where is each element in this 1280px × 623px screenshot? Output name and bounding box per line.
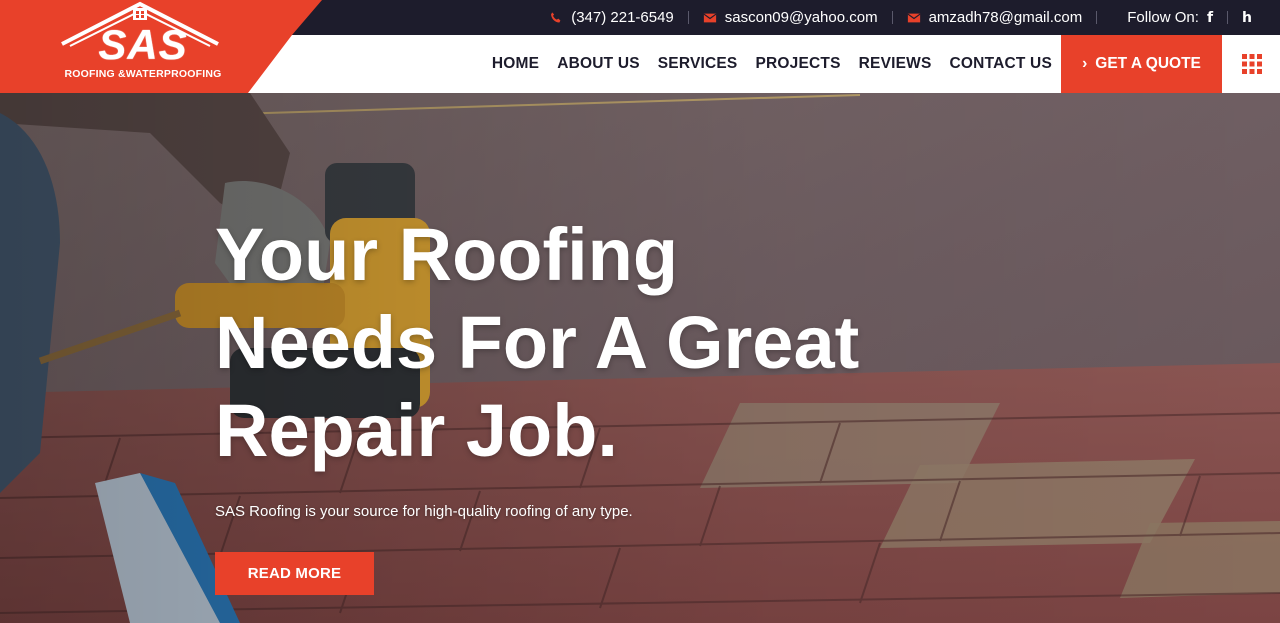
divider — [687, 11, 689, 24]
facebook-icon[interactable]: f — [1207, 10, 1213, 26]
nav-projects[interactable]: PROJECTS — [755, 55, 840, 73]
nav-about-us[interactable]: ABOUT US — [557, 55, 640, 73]
nav-home[interactable]: HOME — [492, 55, 539, 73]
houzz-icon[interactable]: h — [1242, 10, 1252, 26]
read-more-button[interactable]: READ MORE — [215, 552, 374, 595]
hero-title: Your Roofing Needs For A Great Repair Jo… — [215, 211, 859, 475]
phone-link[interactable]: (347) 221-6549 — [549, 9, 674, 26]
divider — [891, 11, 893, 24]
hero-section: Your Roofing Needs For A Great Repair Jo… — [0, 93, 1280, 623]
nav-contact-us[interactable]: CONTACT US — [950, 55, 1052, 73]
chevron-right-icon: › — [1082, 55, 1088, 72]
email-address-2: amzadh78@gmail.com — [928, 9, 1083, 26]
hero-title-line-1: Your Roofing — [215, 213, 679, 296]
logo-tagline: ROOFING &WATERPROOFING — [64, 68, 222, 80]
phone-icon — [551, 11, 561, 23]
nav-services[interactable]: SERVICES — [658, 55, 738, 73]
hero-content: Your Roofing Needs For A Great Repair Jo… — [215, 211, 859, 520]
follow-label: Follow On: — [1127, 9, 1199, 26]
email-link-1[interactable]: sascon09@yahoo.com — [703, 9, 878, 26]
hero-title-line-3: Repair Job. — [215, 389, 618, 472]
divider — [1096, 11, 1098, 24]
get-a-quote-button[interactable]: › GET A QUOTE — [1061, 35, 1222, 93]
hero-subtitle: SAS Roofing is your source for high-qual… — [215, 503, 633, 520]
quote-label: GET A QUOTE — [1095, 55, 1201, 72]
social-follow: Follow On: f h — [1127, 9, 1252, 26]
hero-title-line-2: Needs For A Great — [215, 301, 860, 384]
logo-wordmark: SAS — [98, 21, 188, 68]
main-menu: HOME ABOUT US SERVICES PROJECTS REVIEWS … — [492, 35, 1052, 93]
mail-icon — [907, 13, 921, 22]
grid-icon — [1241, 54, 1262, 74]
divider — [1227, 11, 1229, 24]
mail-icon — [703, 13, 717, 22]
menu-grid-button[interactable] — [1223, 35, 1280, 93]
email-link-2[interactable]: amzadh78@gmail.com — [907, 9, 1083, 26]
phone-number: (347) 221-6549 — [571, 9, 674, 26]
nav-reviews[interactable]: REVIEWS — [859, 55, 932, 73]
site-logo[interactable]: SAS ROOFING &WATERPROOFING — [0, 0, 330, 93]
email-address-1: sascon09@yahoo.com — [724, 9, 878, 26]
